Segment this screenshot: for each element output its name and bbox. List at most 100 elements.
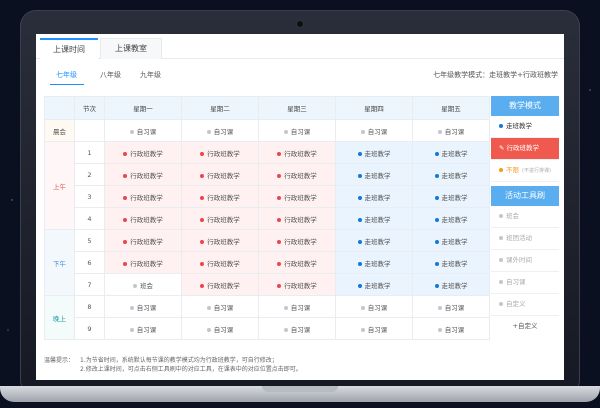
mode-dot-icon — [357, 261, 362, 266]
schedule-cell[interactable]: 走班教学 — [335, 229, 413, 252]
schedule-cell[interactable]: 自习课 — [412, 317, 490, 340]
mode-dot-icon — [434, 151, 439, 156]
schedule-cell-label: 行政班教学 — [130, 259, 163, 268]
schedule-cell[interactable]: 行政班教学 — [258, 229, 336, 252]
schedule-cell[interactable]: 行政班教学 — [181, 207, 259, 230]
schedule-cell[interactable]: 行政班教学 — [258, 273, 336, 296]
schedule-cell[interactable]: 行政班教学 — [181, 163, 259, 186]
schedule-cell[interactable]: 走班教学 — [412, 141, 490, 164]
schedule-cell[interactable]: 行政班教学 — [181, 141, 259, 164]
schedule-cell[interactable]: 自习课 — [412, 295, 490, 318]
tool-item-custom[interactable]: 自定义 — [491, 294, 559, 316]
schedule-cell[interactable]: 走班教学 — [335, 163, 413, 186]
schedule-cell-label: 走班教学 — [441, 149, 468, 158]
tool-item-activity[interactable]: 班团活动 — [491, 228, 559, 250]
tips-line-1: 1.为节省时间，系统默认每节课的教学模式均为行政班教学，可自行修改； — [80, 357, 278, 364]
segment-evening: 晚上 — [44, 295, 75, 340]
tool-panel-title: 活动工具刷 — [491, 186, 559, 206]
mode-dot-icon — [434, 239, 439, 244]
tool-item-selfstudy[interactable]: 自习课 — [491, 272, 559, 294]
schedule-cell[interactable]: 走班教学 — [335, 141, 413, 164]
tool-item-extracurricular[interactable]: 课外时间 — [491, 250, 559, 272]
schedule-cell[interactable]: 走班教学 — [412, 163, 490, 186]
schedule-cell[interactable]: 自习课 — [335, 317, 413, 340]
schedule-cell[interactable]: 走班教学 — [335, 207, 413, 230]
mode-dot-icon — [206, 305, 211, 310]
schedule-cell-label: 走班教学 — [364, 281, 391, 290]
mode-dot-icon — [133, 283, 137, 288]
schedule-cell[interactable]: 行政班教学 — [181, 251, 259, 274]
tab-classroom[interactable]: 上课教室 — [100, 38, 162, 59]
grade-tab-9[interactable]: 九年级 — [140, 70, 161, 80]
schedule-cell-label: 行政班教学 — [207, 259, 240, 268]
table-row: 上午 1 行政班教学 行政班教学 行政班教学 走班教学 走班教学 — [44, 141, 490, 230]
schedule-cell[interactable]: 自习课 — [181, 317, 259, 340]
schedule-cell[interactable]: 走班教学 — [412, 229, 490, 252]
schedule-cell[interactable]: 班会 — [104, 273, 182, 296]
schedule-cell[interactable]: 行政班教学 — [181, 229, 259, 252]
schedule-cell[interactable]: 自习课 — [181, 119, 259, 142]
mode-dot-icon — [360, 327, 365, 332]
table-row: 3 行政班教学 行政班教学 行政班教学 走班教学 走班教学 — [45, 185, 490, 208]
schedule-cell[interactable]: 行政班教学 — [181, 185, 259, 208]
schedule-cell[interactable]: 自习课 — [258, 119, 336, 142]
schedule-cell[interactable]: 自习课 — [104, 295, 182, 318]
schedule-cell[interactable]: 行政班教学 — [181, 273, 259, 296]
mode-walk-item[interactable]: 走班教学 — [491, 116, 559, 138]
schedule-cell[interactable]: 行政班教学 — [104, 251, 182, 274]
schedule-cell[interactable]: 自习课 — [335, 119, 413, 142]
schedule-cell-label: 自习课 — [444, 325, 465, 334]
header-wednesday: 星期三 — [258, 96, 336, 120]
schedule-cell[interactable]: 走班教学 — [412, 185, 490, 208]
mode-dot-icon — [123, 239, 128, 244]
schedule-cell[interactable]: 行政班教学 — [104, 229, 182, 252]
schedule-cell[interactable]: 行政班教学 — [258, 207, 336, 230]
table-row: 7 班会 行政班教学 行政班教学 走班教学 走班教学 — [45, 273, 490, 296]
grade-tab-7[interactable]: 七年级 — [56, 70, 77, 80]
grade-tab-8[interactable]: 八年级 — [100, 70, 121, 80]
schedule-cell-label: 自习课 — [444, 303, 465, 312]
schedule-cell[interactable]: 自习课 — [104, 119, 182, 142]
schedule-cell[interactable]: 自习课 — [258, 295, 336, 318]
schedule-cell-label: 走班教学 — [441, 237, 468, 246]
schedule-cell[interactable]: 走班教学 — [412, 273, 490, 296]
header-corner — [44, 96, 75, 120]
table-row: 6 行政班教学 行政班教学 行政班教学 走班教学 走班教学 — [45, 251, 490, 274]
schedule-cell[interactable]: 自习课 — [258, 317, 336, 340]
mode-dot-icon — [206, 129, 211, 134]
schedule-cell[interactable]: 行政班教学 — [104, 207, 182, 230]
schedule-cell[interactable]: 走班教学 — [412, 251, 490, 274]
schedule-cell-label: 行政班教学 — [130, 237, 163, 246]
schedule-cell[interactable]: 自习课 — [412, 119, 490, 142]
segment-am: 上午 — [44, 141, 75, 230]
schedule-cell[interactable]: 走班教学 — [335, 273, 413, 296]
schedule-cell[interactable]: 自习课 — [181, 295, 259, 318]
schedule-cell[interactable]: 走班教学 — [335, 185, 413, 208]
schedule-cell[interactable]: 行政班教学 — [258, 251, 336, 274]
add-custom-button[interactable]: +自定义 — [491, 316, 559, 337]
schedule-cell[interactable]: 行政班教学 — [258, 141, 336, 164]
laptop-frame: 上课时间 上课教室 七年级 八年级 九年级 七年级教学模式：走班教学+行政班教学… — [20, 10, 580, 396]
segment-pm: 下午 — [44, 229, 75, 296]
schedule-cell-label: 自习课 — [136, 127, 157, 136]
schedule-cell[interactable]: 自习课 — [335, 295, 413, 318]
mode-dot-icon — [206, 327, 211, 332]
schedule-cell[interactable]: 自习课 — [104, 317, 182, 340]
tab-class-time[interactable]: 上课时间 — [40, 38, 98, 60]
schedule-cell[interactable]: 行政班教学 — [104, 141, 182, 164]
mode-admin-item[interactable]: ✎ 行政班教学 — [491, 138, 559, 160]
schedule-cell[interactable]: 行政班教学 — [258, 163, 336, 186]
schedule-cell-label: 行政班教学 — [130, 171, 163, 180]
schedule-cell[interactable]: 行政班教学 — [104, 163, 182, 186]
mode-dot-icon — [357, 283, 362, 288]
schedule-cell[interactable]: 行政班教学 — [258, 185, 336, 208]
period-number: 3 — [74, 185, 105, 208]
schedule-cell-label: 自习课 — [290, 325, 311, 334]
schedule-cell[interactable]: 走班教学 — [412, 207, 490, 230]
laptop-notch — [262, 386, 338, 392]
tool-item-meeting[interactable]: 班会 — [491, 206, 559, 228]
schedule-cell[interactable]: 行政班教学 — [104, 185, 182, 208]
schedule-cell[interactable]: 走班教学 — [335, 251, 413, 274]
mode-unlimited-item[interactable]: 不限 (不进行排课) — [491, 160, 559, 182]
mode-dot-icon — [129, 305, 134, 310]
